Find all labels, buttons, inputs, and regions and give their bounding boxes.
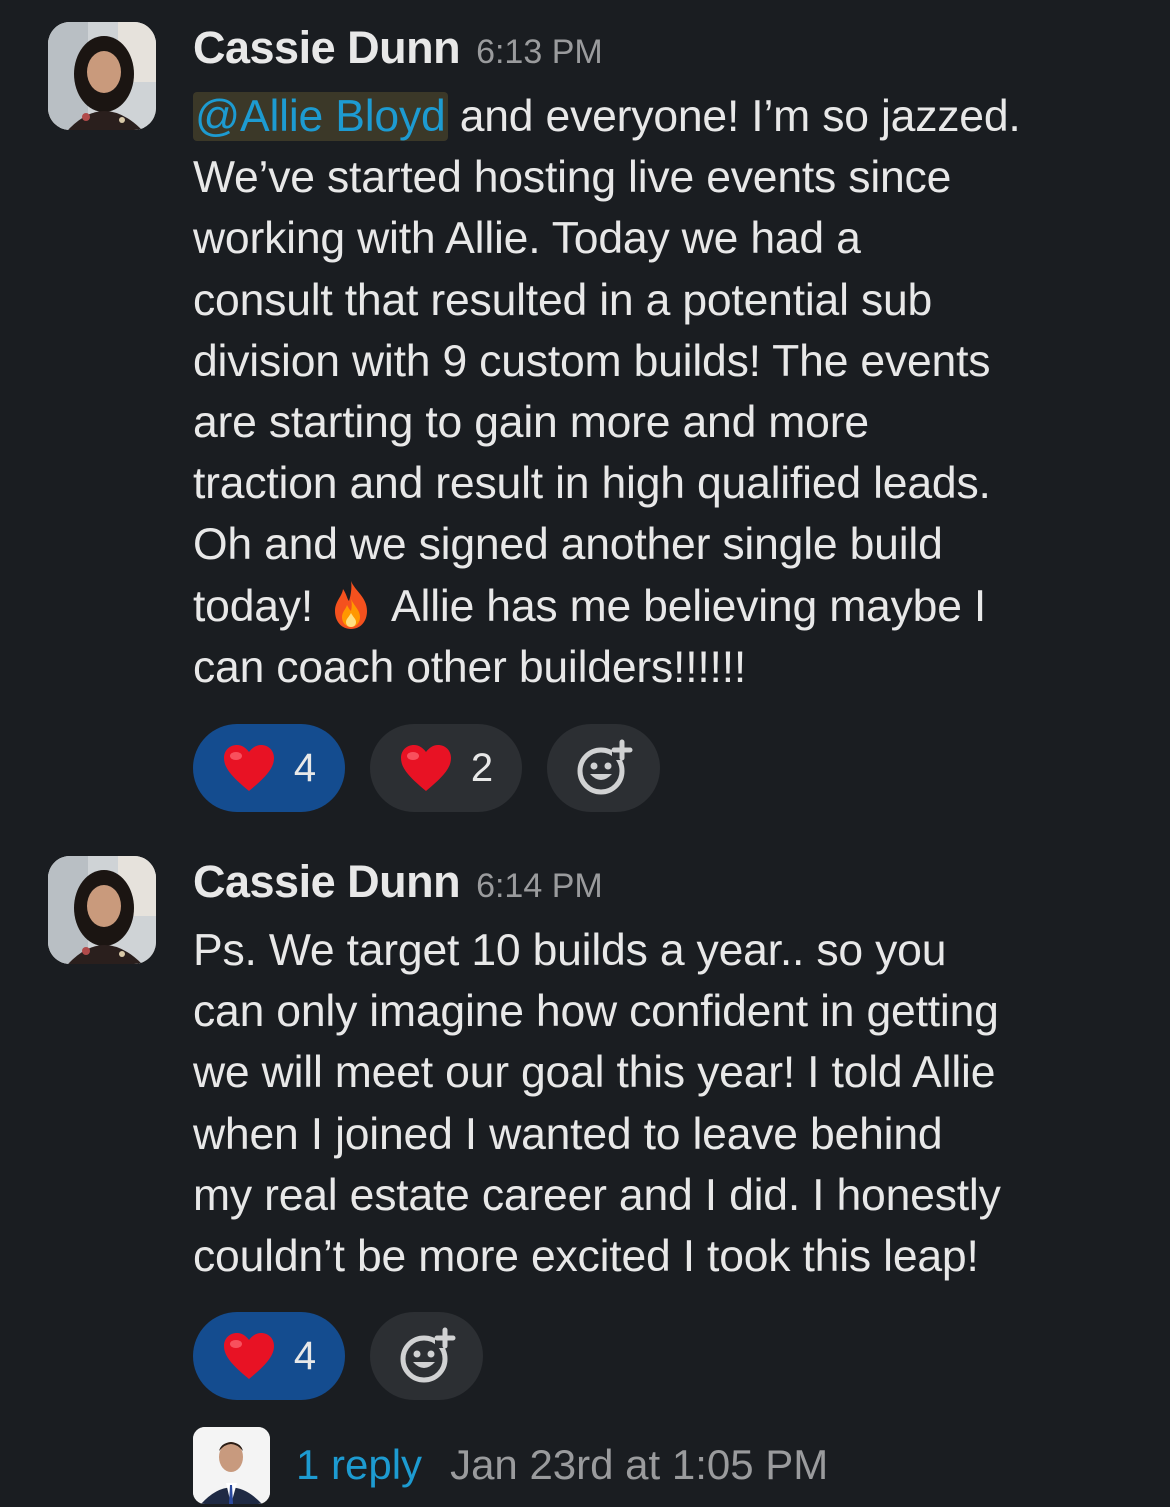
add-reaction-button[interactable]: [370, 1312, 483, 1400]
message-body: Ps. We target 10 builds a year.. so you …: [193, 926, 1001, 1282]
fire-emoji-icon: [335, 580, 368, 629]
reactions-bar: 4: [193, 1312, 483, 1400]
user-mention[interactable]: @Allie Bloyd: [193, 92, 448, 141]
reaction-count: 4: [293, 745, 317, 790]
reply-count-link[interactable]: 1 reply: [296, 1441, 422, 1489]
heart-emoji-icon: [223, 745, 274, 791]
reaction-heart[interactable]: 2: [370, 724, 522, 812]
thread-summary[interactable]: 1 reply Jan 23rd at 1:05 PM: [193, 1425, 828, 1505]
author-avatar[interactable]: [48, 856, 156, 964]
replier-avatar: [193, 1426, 270, 1504]
message-timestamp[interactable]: 6:14 PM: [476, 867, 603, 906]
author-name[interactable]: Cassie Dunn: [193, 856, 461, 908]
reaction-heart[interactable]: 4: [193, 724, 345, 812]
last-reply-timestamp: Jan 23rd at 1:05 PM: [450, 1441, 829, 1488]
add-reaction-button[interactable]: [547, 724, 660, 812]
reactions-bar: 4 2: [193, 724, 660, 812]
message-body: @Allie Bloyd and everyone! I’m so jazzed…: [193, 92, 1021, 692]
reaction-count: 2: [470, 745, 494, 790]
add-reaction-icon: [577, 739, 632, 795]
author-name[interactable]: Cassie Dunn: [193, 22, 461, 74]
reaction-heart[interactable]: 4: [193, 1312, 345, 1400]
heart-emoji-icon: [223, 1333, 274, 1379]
add-reaction-icon: [400, 1327, 455, 1383]
heart-emoji-icon: [400, 745, 451, 791]
message-timestamp[interactable]: 6:13 PM: [476, 33, 603, 72]
reaction-count: 4: [293, 1333, 317, 1378]
author-avatar[interactable]: [48, 22, 156, 130]
